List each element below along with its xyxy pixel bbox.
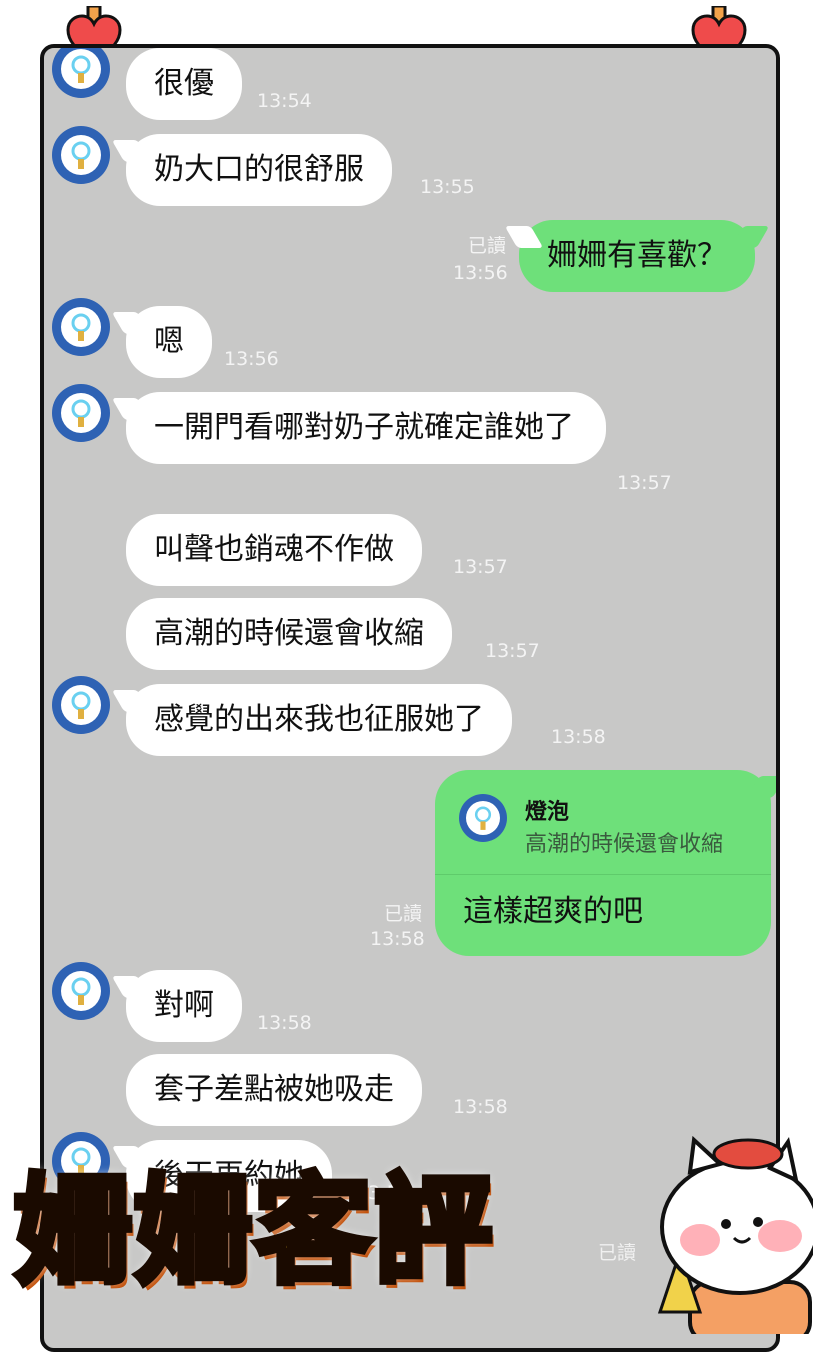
message-bubble[interactable]: 一開門看哪對奶子就確定誰她了 bbox=[126, 392, 606, 464]
lightbulb-icon[interactable] bbox=[52, 298, 110, 356]
message-bubble-outgoing[interactable]: 姍姍有喜歡？ bbox=[519, 220, 755, 292]
message-bubble[interactable]: 很優 bbox=[126, 48, 242, 120]
lightbulb-icon[interactable] bbox=[52, 384, 110, 442]
cat-mascot-icon bbox=[657, 1135, 813, 1334]
message-time: 13:56 bbox=[224, 348, 279, 370]
message-time: 13:57 bbox=[453, 556, 508, 578]
message-time: 13:56 bbox=[453, 262, 508, 284]
message-bubble[interactable]: 高潮的時候還會收縮 bbox=[126, 598, 452, 670]
read-receipt: 已讀 bbox=[384, 903, 423, 925]
lightbulb-icon[interactable] bbox=[52, 962, 110, 1020]
message-time: 13:57 bbox=[485, 640, 540, 662]
message-time: 13:54 bbox=[257, 90, 312, 112]
quoted-text: 高潮的時候還會收縮 bbox=[525, 832, 724, 857]
message-bubble[interactable]: 感覺的出來我也征服她了 bbox=[126, 684, 512, 756]
message-bubble[interactable]: 叫聲也銷魂不作做 bbox=[126, 514, 422, 586]
lightbulb-icon[interactable] bbox=[52, 48, 110, 98]
lightbulb-icon[interactable] bbox=[52, 676, 110, 734]
message-bubble[interactable]: 嗯 bbox=[126, 306, 212, 378]
message-bubble[interactable]: 對啊 bbox=[126, 970, 242, 1042]
message-bubble[interactable]: 套子差點被她吸走 bbox=[126, 1054, 422, 1126]
message-time: 13:58 bbox=[257, 1012, 312, 1034]
reply-text: 這樣超爽的吧 bbox=[463, 894, 643, 929]
banner-title: 姍姍客評 bbox=[11, 1162, 495, 1300]
lightbulb-icon[interactable] bbox=[52, 126, 110, 184]
message-time: 13:55 bbox=[420, 176, 475, 198]
quoted-message[interactable]: 燈泡 高潮的時候還會收縮 bbox=[435, 770, 771, 875]
lightbulb-icon bbox=[459, 794, 507, 842]
message-time: 13:57 bbox=[617, 472, 672, 494]
read-receipt: 已讀 bbox=[468, 235, 507, 257]
message-time: 13:58 bbox=[370, 928, 425, 950]
message-time: 13:58 bbox=[453, 1096, 508, 1118]
reply-message-bubble[interactable]: 燈泡 高潮的時候還會收縮 這樣超爽的吧 bbox=[435, 770, 771, 956]
quoted-sender: 燈泡 bbox=[525, 800, 570, 825]
message-bubble[interactable]: 奶大口的很舒服 bbox=[126, 134, 392, 206]
message-time: 13:58 bbox=[551, 726, 606, 748]
